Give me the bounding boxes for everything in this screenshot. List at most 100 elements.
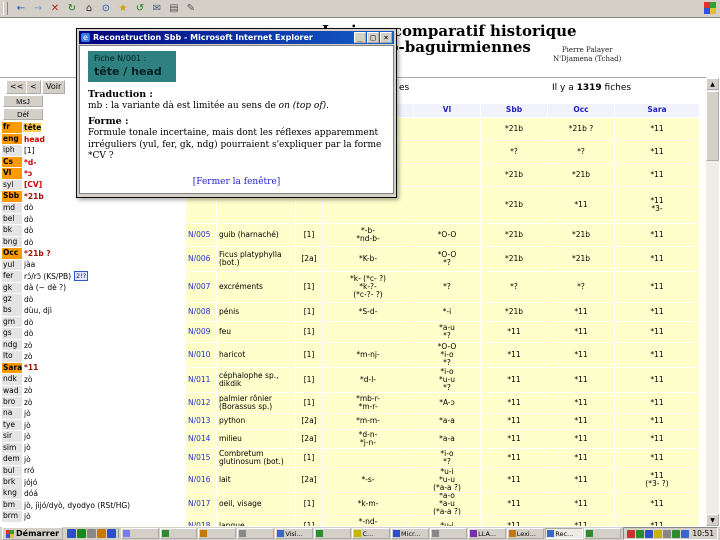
fiche-link[interactable]: N/007	[186, 272, 216, 302]
language-code[interactable]: yul	[2, 259, 22, 271]
language-code[interactable]: sir	[2, 431, 22, 442]
quicklaunch-icon[interactable]	[77, 529, 87, 538]
fiche-link[interactable]: N/009	[186, 322, 216, 342]
fiche-link[interactable]: N/013	[186, 414, 216, 429]
column-header-vl[interactable]: Vl	[414, 104, 480, 117]
first-page-button[interactable]: <<	[6, 80, 28, 94]
tray-icon[interactable]	[636, 529, 645, 538]
refresh-icon[interactable]: ↻	[64, 1, 80, 16]
fiche-link[interactable]: N/010	[186, 343, 216, 367]
stop-icon[interactable]: ✕	[47, 1, 63, 16]
taskbar-button[interactable]: Visi...	[275, 528, 313, 539]
tray-icon[interactable]	[627, 529, 636, 538]
language-code[interactable]: bk	[2, 225, 22, 236]
language-code[interactable]: md	[2, 202, 22, 214]
language-code[interactable]: Sara	[2, 362, 22, 374]
language-code[interactable]: wad	[2, 385, 22, 397]
language-code[interactable]: lto	[2, 351, 22, 362]
language-code[interactable]: dem	[2, 454, 22, 465]
language-code[interactable]: fr	[2, 122, 22, 133]
start-button[interactable]: Démarrer	[2, 527, 64, 540]
taskbar-button[interactable]	[313, 528, 352, 539]
language-code[interactable]: Occ	[2, 248, 22, 259]
column-header-sbb[interactable]: Sbb	[481, 104, 547, 117]
language-code[interactable]: kng	[2, 488, 22, 499]
language-code[interactable]: gs	[2, 328, 22, 339]
fiche-link[interactable]: N/006	[186, 247, 216, 271]
forward-icon[interactable]: →	[30, 1, 46, 16]
taskbar-button[interactable]	[121, 528, 159, 539]
edit-icon[interactable]: ✎	[183, 1, 199, 16]
fiche-link[interactable]: N/012	[186, 393, 216, 413]
fiche-link[interactable]: N/011	[186, 368, 216, 392]
language-code[interactable]: eng	[2, 133, 22, 145]
scroll-up-button[interactable]: ▲	[706, 78, 719, 90]
language-code[interactable]: iph	[2, 145, 22, 156]
search-icon[interactable]: ⊙	[98, 1, 114, 16]
taskbar-button[interactable]	[159, 528, 198, 539]
language-code[interactable]: tye	[2, 419, 22, 431]
favorites-icon[interactable]: ★	[115, 1, 131, 16]
column-header-sara[interactable]: Sara	[615, 104, 699, 117]
language-code[interactable]: bro	[2, 396, 22, 408]
fiche-link[interactable]: N/015	[186, 449, 216, 467]
tray-icon[interactable]	[663, 529, 672, 538]
vertical-scrollbar[interactable]: ▲ ▼	[706, 78, 719, 526]
language-code[interactable]: ndg	[2, 339, 22, 351]
language-code[interactable]: brk	[2, 477, 22, 488]
taskbar-button[interactable]: LLA...	[468, 528, 506, 539]
tray-icon[interactable]	[672, 529, 681, 538]
minimize-button[interactable]: _	[354, 32, 366, 43]
close-icon[interactable]: ×	[380, 32, 392, 43]
taskbar-button[interactable]: Lexi...	[506, 528, 545, 539]
language-code[interactable]: syl	[2, 179, 22, 191]
msj-button[interactable]: MsJ	[3, 95, 43, 107]
language-code[interactable]: bel	[2, 213, 22, 225]
mail-icon[interactable]: ✉	[149, 1, 165, 16]
language-code[interactable]: Cs	[2, 156, 22, 168]
tray-icon[interactable]	[654, 529, 663, 538]
column-header-occ[interactable]: Occ	[548, 104, 614, 117]
maximize-button[interactable]: □	[367, 32, 379, 43]
quicklaunch-icon[interactable]	[87, 529, 97, 538]
taskbar-button[interactable]	[429, 528, 468, 539]
toolbar-grip[interactable]	[3, 2, 8, 15]
taskbar-button[interactable]	[583, 528, 622, 539]
language-code[interactable]: sim	[2, 442, 22, 454]
language-code[interactable]: ndk	[2, 374, 22, 385]
language-code[interactable]: fer	[2, 271, 22, 282]
fiche-link[interactable]: N/017	[186, 493, 216, 515]
fiche-link[interactable]: N/018	[186, 516, 216, 526]
scroll-thumb[interactable]	[706, 91, 719, 161]
voir-button[interactable]: Voir	[42, 80, 66, 94]
prev-page-button[interactable]: <	[26, 80, 41, 94]
fiche-link[interactable]: N/014	[186, 430, 216, 448]
language-code[interactable]: bm	[2, 499, 22, 511]
back-icon[interactable]: ←	[13, 1, 29, 16]
note-badge[interactable]: 2!?	[74, 271, 89, 282]
tray-icon[interactable]	[645, 529, 654, 538]
taskbar-button[interactable]: Rec...	[545, 528, 583, 539]
quicklaunch-icon[interactable]	[67, 529, 77, 538]
fiche-link[interactable]: N/016	[186, 468, 216, 492]
language-code[interactable]: gk	[2, 282, 22, 294]
print-icon[interactable]: ▤	[166, 1, 182, 16]
language-code[interactable]: bs	[2, 305, 22, 316]
scroll-down-button[interactable]: ▼	[706, 514, 719, 526]
language-code[interactable]: Sbb	[2, 191, 22, 202]
language-code[interactable]: gz	[2, 294, 22, 305]
def-button[interactable]: Déf	[3, 108, 43, 120]
language-code[interactable]: Vl	[2, 168, 22, 179]
fiche-link[interactable]: N/008	[186, 303, 216, 321]
fiche-link[interactable]: N/005	[186, 224, 216, 246]
language-code[interactable]: na	[2, 408, 22, 419]
popup-titlebar[interactable]: e Reconstruction Sbb - Microsoft Interne…	[79, 31, 394, 44]
taskbar-button[interactable]	[198, 528, 236, 539]
language-code[interactable]: bng	[2, 236, 22, 248]
tray-icon[interactable]	[681, 529, 690, 538]
taskbar-button[interactable]: Micr...	[391, 528, 429, 539]
filter-control-fragment[interactable]: es	[399, 83, 409, 93]
language-code[interactable]: bul	[2, 465, 22, 477]
close-window-link[interactable]: [Fermer la fenêtre]	[193, 177, 281, 187]
taskbar-button[interactable]	[236, 528, 275, 539]
